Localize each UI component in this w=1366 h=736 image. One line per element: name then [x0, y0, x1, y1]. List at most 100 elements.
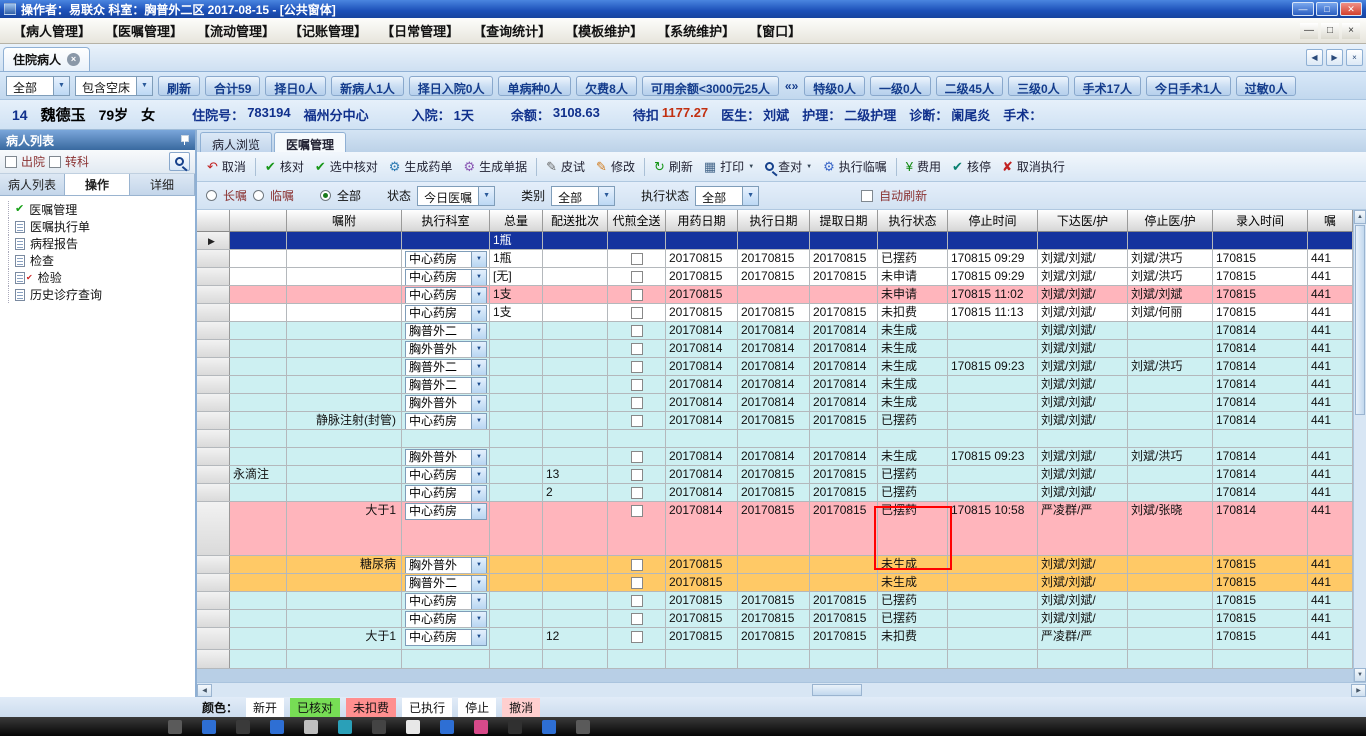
chevron-down-icon[interactable]: ▼: [471, 342, 486, 357]
verify-selected-button[interactable]: ✔ 选中核对: [310, 155, 383, 178]
generate-med-list-button[interactable]: ⚙ 生成药单: [384, 155, 458, 178]
dept-combo[interactable]: 中心药房 ▼: [405, 611, 487, 627]
row-checkbox[interactable]: [631, 343, 643, 355]
scroll-right-icon[interactable]: ▶: [1351, 683, 1366, 697]
column-header[interactable]: 配送批次: [543, 210, 608, 232]
table-row[interactable]: 静脉注射(封管) 中心药房 ▼ 20170814 20170815 20170815 已摆药…: [197, 412, 1366, 430]
search-button[interactable]: [169, 152, 190, 171]
vertical-scroll-thumb[interactable]: [1355, 225, 1365, 415]
menu-item[interactable]: 【查询统计】: [466, 18, 558, 43]
stats-combo[interactable]: 包含空床 ▼: [75, 75, 154, 96]
dept-combo[interactable]: 中心药房 ▼: [405, 269, 487, 285]
table-row[interactable]: ▶ 1瓶: [197, 232, 1366, 250]
stats-combo[interactable]: 全部 ▼: [6, 75, 70, 96]
table-row[interactable]: 胸外普外 ▼ 20170814 20170814 20170814 未生成 刘斌/刘斌/17…: [197, 340, 1366, 358]
cancel-button[interactable]: ↶ 取消: [202, 155, 251, 178]
verify-button[interactable]: ✔ 核对: [260, 155, 309, 178]
stats-button[interactable]: 择日入院0人: [408, 75, 494, 96]
row-checkbox[interactable]: [631, 415, 643, 427]
stat-order-radio[interactable]: [253, 190, 265, 201]
menu-item[interactable]: 【记账管理】: [282, 18, 374, 43]
table-row[interactable]: 中心药房 ▼ 2 20170814 20170815 20170815 已摆药 刘斌/刘斌/1…: [197, 484, 1366, 502]
stats-button[interactable]: 新病人1人: [331, 75, 404, 96]
dept-combo[interactable]: 中心药房 ▼: [405, 629, 487, 646]
row-checkbox[interactable]: [631, 469, 643, 481]
stats-button[interactable]: 刷新: [158, 75, 201, 96]
stats-button[interactable]: 可用余额<3000元25人: [641, 75, 779, 96]
row-checkbox[interactable]: [631, 505, 643, 517]
menu-item[interactable]: 【病人管理】: [6, 18, 98, 43]
row-checkbox[interactable]: [631, 325, 643, 337]
column-header[interactable]: 执行日期: [738, 210, 810, 232]
stats-overflow-icon[interactable]: «»: [784, 79, 799, 93]
stats-button[interactable]: 欠费8人: [576, 75, 637, 96]
taskbar-icon[interactable]: [338, 719, 352, 734]
stats-button[interactable]: 特级0人: [804, 75, 865, 96]
column-header[interactable]: 用药日期: [666, 210, 738, 232]
row-checkbox[interactable]: [631, 487, 643, 499]
table-row[interactable]: 中心药房 ▼ 1支 20170815 20170815 20170815 未扣费 170815…: [197, 304, 1366, 322]
stats-button[interactable]: 一级0人: [869, 75, 931, 96]
taskbar-icon[interactable]: [406, 719, 420, 734]
column-header[interactable]: 录入时间: [1213, 210, 1308, 232]
row-checkbox[interactable]: [631, 289, 643, 301]
table-row[interactable]: 永滴注 中心药房 ▼ 13 20170814 20170815 20170815 已摆药 刘斌/…: [197, 466, 1366, 484]
chevron-down-icon[interactable]: ▼: [742, 186, 759, 205]
column-header[interactable]: 嘱附: [287, 210, 402, 232]
chevron-down-icon[interactable]: ▼: [471, 594, 486, 609]
table-row[interactable]: 大于1 中心药房 ▼ 20170814 20170815 20170815 已摆药 17081…: [197, 502, 1366, 556]
column-header[interactable]: 执行状态: [878, 210, 948, 232]
dept-combo[interactable]: 胸外普外 ▼: [405, 395, 487, 411]
table-row[interactable]: 中心药房 ▼ 20170815 20170815 20170815 已摆药 刘斌/刘斌/17…: [197, 610, 1366, 628]
table-row[interactable]: 大于1 中心药房 ▼ 12 20170815 20170815 20170815 未扣费 严凌群…: [197, 628, 1366, 650]
column-header[interactable]: 下达医/护: [1038, 210, 1128, 232]
chevron-down-icon[interactable]: ▼: [471, 306, 486, 321]
taskbar-icon[interactable]: [202, 719, 216, 734]
auto-refresh-checkbox[interactable]: [861, 189, 874, 202]
vertical-scrollbar[interactable]: ▲ ▼: [1353, 210, 1366, 682]
dept-combo[interactable]: 中心药房 ▼: [405, 305, 487, 321]
chevron-down-icon[interactable]: ▼: [471, 396, 486, 411]
taskbar-icon[interactable]: [508, 719, 522, 734]
menu-item[interactable]: 【系统维护】: [650, 18, 742, 43]
dept-combo[interactable]: 中心药房 ▼: [405, 251, 487, 267]
stats-button[interactable]: 择日0人: [265, 75, 327, 96]
chevron-down-icon[interactable]: ▼: [136, 76, 153, 95]
dept-combo[interactable]: 中心药房 ▼: [405, 287, 487, 303]
generate-doc-button[interactable]: ⚙ 生成单据: [458, 155, 532, 178]
cancel-execute-button[interactable]: ✘ 取消执行: [997, 155, 1070, 178]
chevron-down-icon[interactable]: ▼: [478, 186, 495, 205]
scroll-down-icon[interactable]: ▼: [1354, 668, 1366, 682]
table-row[interactable]: 糖尿病 胸外普外 ▼ 20170815 未生成 刘斌/刘斌/170815 441: [197, 556, 1366, 574]
row-checkbox[interactable]: [631, 253, 643, 265]
tab-close-icon[interactable]: ×: [67, 53, 81, 66]
taskbar-icon[interactable]: [440, 719, 454, 734]
stats-button[interactable]: 今日手术1人: [1146, 75, 1231, 96]
tree-item[interactable]: 病程报告: [8, 235, 193, 252]
menu-item[interactable]: 【模板维护】: [558, 18, 650, 43]
column-header[interactable]: [197, 210, 230, 232]
chevron-down-icon[interactable]: ▼: [471, 558, 486, 573]
chevron-down-icon[interactable]: ▼: [471, 612, 486, 627]
chevron-down-icon[interactable]: ▼: [471, 486, 486, 501]
dept-combo[interactable]: 胸外普外 ▼: [405, 341, 487, 357]
chevron-down-icon[interactable]: ▼: [471, 252, 486, 267]
tab-order-management[interactable]: 医嘱管理: [274, 132, 347, 152]
menu-item[interactable]: 【窗口】: [742, 18, 808, 43]
transfer-checkbox[interactable]: [49, 155, 62, 168]
close-button[interactable]: ✕: [1340, 2, 1362, 16]
table-row[interactable]: 胸普外二 ▼ 20170814 20170814 20170814 未生成 170815 0…: [197, 358, 1366, 376]
column-header[interactable]: 执行科室: [402, 210, 490, 232]
chevron-down-icon[interactable]: ▼: [471, 504, 486, 519]
table-row[interactable]: [197, 430, 1366, 448]
dept-combo[interactable]: 胸普外二 ▼: [405, 323, 487, 339]
dept-combo[interactable]: 胸外普外 ▼: [405, 557, 487, 573]
chevron-down-icon[interactable]: ▼: [53, 76, 69, 95]
row-checkbox[interactable]: [631, 397, 643, 409]
skin-test-button[interactable]: ✎ 皮试: [541, 155, 590, 178]
chevron-down-icon[interactable]: ▼: [471, 576, 486, 591]
row-checkbox[interactable]: [631, 361, 643, 373]
column-header[interactable]: 停止时间: [948, 210, 1038, 232]
dept-combo[interactable]: 胸普外二 ▼: [405, 377, 487, 393]
taskbar-icon[interactable]: [474, 719, 488, 734]
